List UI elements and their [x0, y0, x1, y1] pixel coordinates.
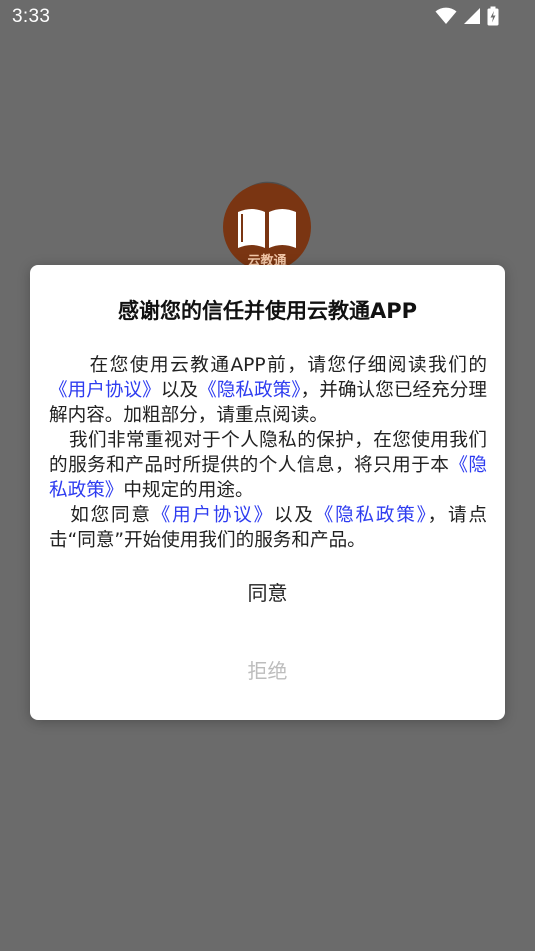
- paragraph-intro: 在您使用云教通APP前，请您仔细阅读我们的《用户协议》以及《隐私政策》，并确认您…: [49, 353, 487, 428]
- dialog-body: 在您使用云教通APP前，请您仔细阅读我们的《用户协议》以及《隐私政策》，并确认您…: [49, 353, 487, 553]
- paragraph-text: 以及: [273, 505, 315, 526]
- paragraph-text: 中规定的用途。: [123, 480, 254, 501]
- user-agreement-link[interactable]: 《用户协议》: [49, 380, 161, 401]
- status-bar: 3:33: [0, 0, 535, 36]
- reject-button[interactable]: 拒绝: [30, 651, 505, 691]
- privacy-dialog: 感谢您的信任并使用云教通APP 在您使用云教通APP前，请您仔细阅读我们的《用户…: [30, 265, 505, 720]
- paragraph-consent: 如您同意《用户协议》以及《隐私政策》，请点击“同意”开始使用我们的服务和产品。: [49, 503, 487, 553]
- paragraph-text: 如您同意: [68, 505, 152, 526]
- privacy-policy-link[interactable]: 《隐私政策》: [198, 380, 301, 401]
- user-agreement-link[interactable]: 《用户协议》: [152, 505, 274, 526]
- status-time: 3:33: [12, 6, 51, 27]
- status-icons: [435, 6, 499, 26]
- dialog-title: 感谢您的信任并使用云教通APP: [117, 299, 418, 323]
- signal-icon: [463, 7, 481, 25]
- paragraph-text: 以及: [160, 380, 199, 401]
- battery-charging-icon: [487, 6, 499, 26]
- privacy-policy-link[interactable]: 《隐私政策》: [315, 505, 428, 526]
- paragraph-privacy: 我们非常重视对于个人隐私的保护，在您使用我们的服务和产品时所提供的个人信息，将只…: [49, 428, 487, 503]
- paragraph-text: 在您使用云教通APP前，请您仔细阅读我们的: [88, 355, 487, 376]
- paragraph-text: 我们非常重视对于个人隐私的保护，在您使用我们的服务和产品时所提供的个人信息，将只…: [49, 430, 487, 476]
- wifi-icon: [435, 7, 457, 25]
- agree-button[interactable]: 同意: [30, 573, 505, 613]
- app-logo: 云教通: [220, 176, 314, 271]
